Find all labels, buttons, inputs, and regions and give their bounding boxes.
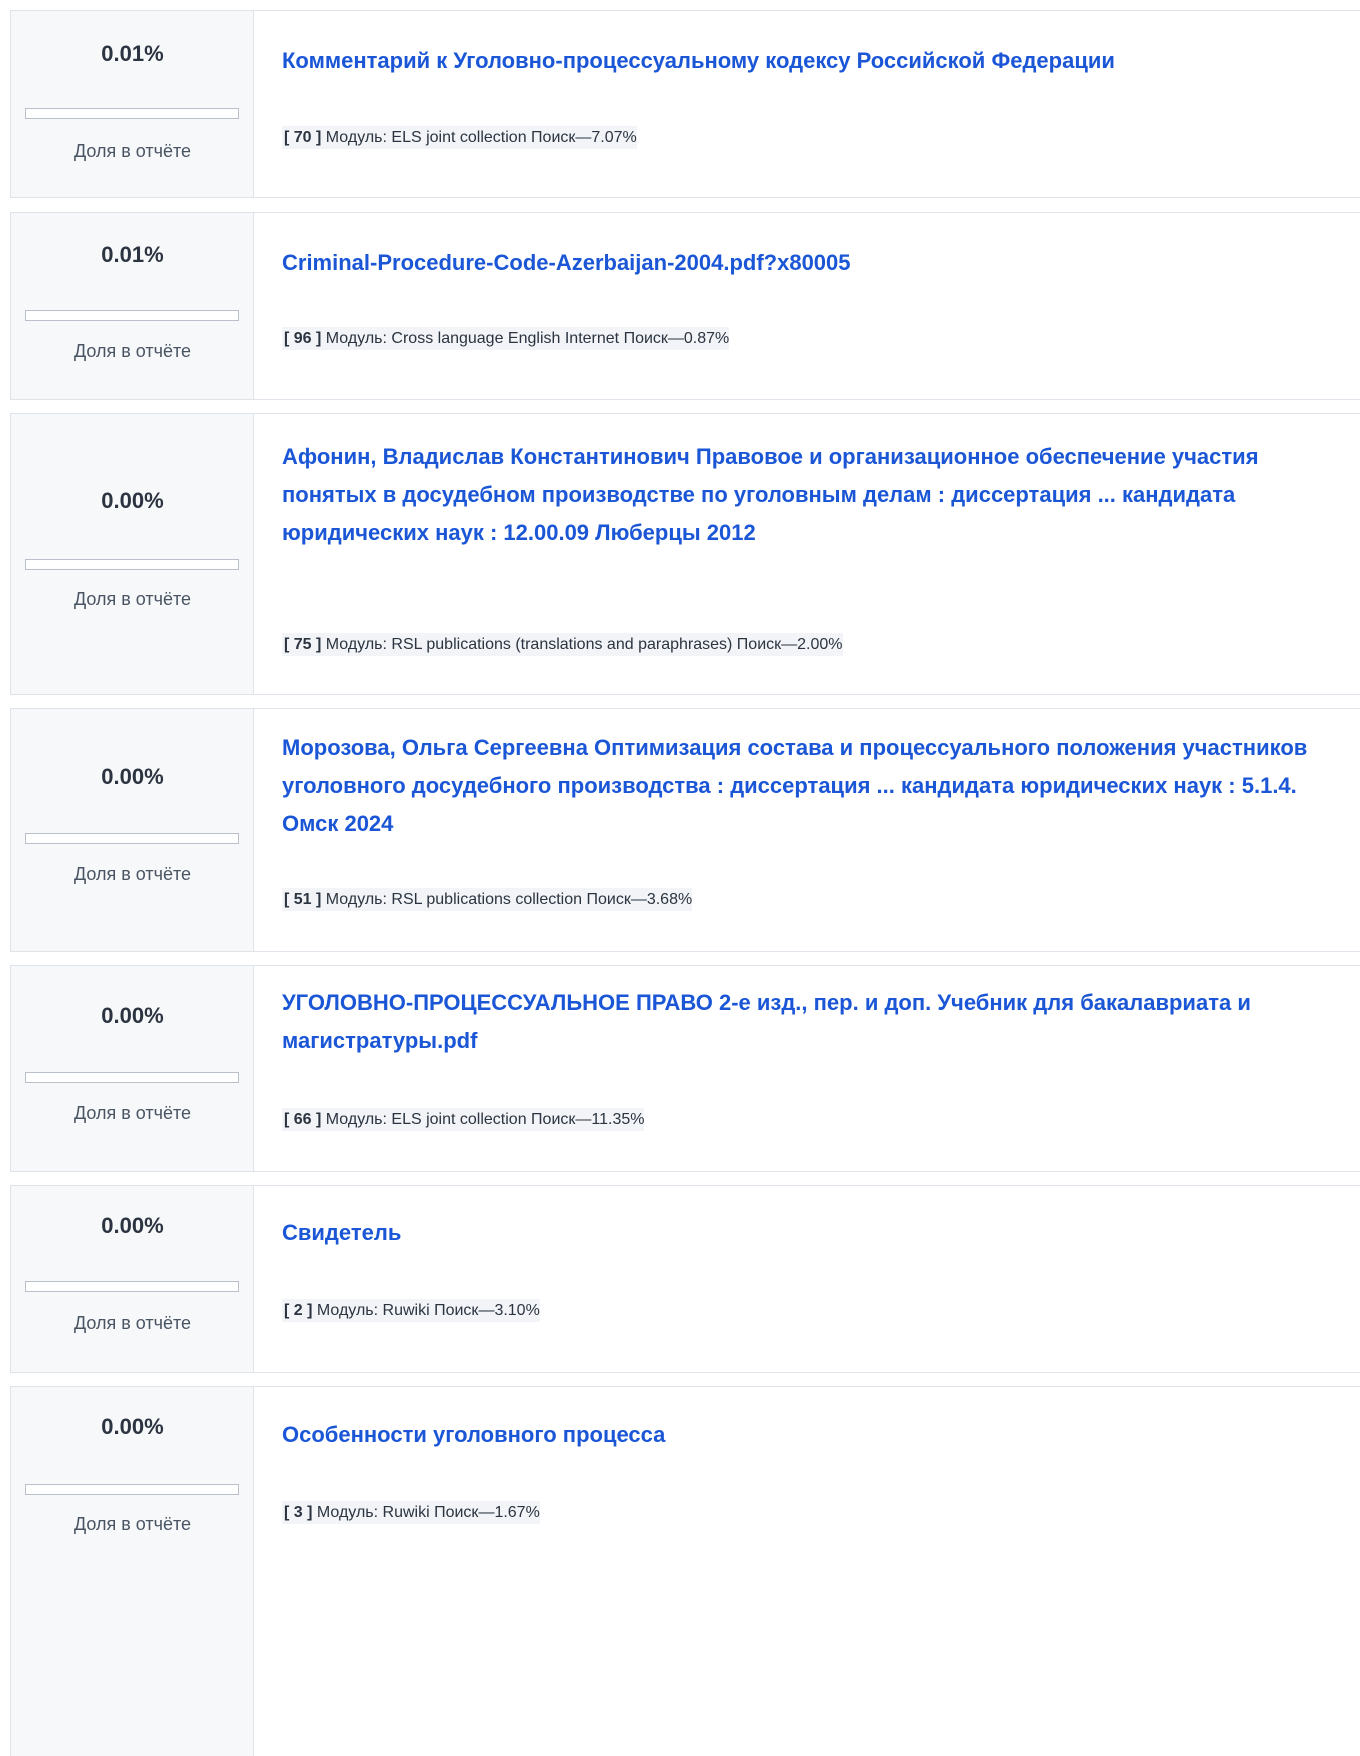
share-progress-bar — [25, 310, 239, 321]
source-number: [ 2 ] — [284, 1302, 313, 1319]
source-info: Criminal-Procedure-Code-Azerbaijan-2004.… — [254, 213, 1360, 399]
module-prefix: Модуль: — [316, 1504, 379, 1521]
share-progress-bar — [25, 833, 239, 844]
share-progress-bar — [25, 559, 239, 570]
share-progress-bar — [25, 1072, 239, 1083]
source-card: 0.01% Доля в отчёте Criminal-Procedure-C… — [10, 212, 1360, 400]
module-prefix: Модуль: — [325, 891, 387, 908]
source-percent: 7.07% — [591, 129, 637, 146]
source-card: 0.00% Доля в отчёте Афонин, Владислав Ко… — [10, 413, 1360, 695]
source-card: 0.00% Доля в отчёте Морозова, Ольга Серг… — [10, 708, 1360, 952]
share-value: 0.00% — [101, 488, 164, 513]
share-value: 0.00% — [101, 1414, 164, 1439]
source-info: Морозова, Ольга Сергеевна Оптимизация со… — [254, 709, 1360, 951]
module-name: Cross language English Internet — [391, 330, 620, 347]
search-word: Поиск — [623, 330, 668, 347]
search-word: Поиск — [736, 636, 782, 653]
source-meta: [ 3 ] Модуль: Ruwiki Поиск—1.67% — [282, 1501, 540, 1524]
dash: — — [667, 330, 684, 347]
share-panel: 0.00% Доля в отчёте — [11, 414, 254, 694]
source-title-link[interactable]: УГОЛОВНО-ПРОЦЕССУАЛЬНОЕ ПРАВО 2-е изд., … — [282, 984, 1346, 1060]
module-prefix: Модуль: — [325, 129, 387, 146]
source-card: 0.01% Доля в отчёте Комментарий к Уголов… — [10, 10, 1360, 198]
search-word: Поиск — [434, 1504, 479, 1521]
source-meta: [ 75 ] Модуль: RSL publications (transla… — [282, 633, 843, 656]
source-info: Особенности уголовного процесса [ 3 ] Мо… — [254, 1387, 1360, 1756]
share-label: Доля в отчёте — [73, 341, 192, 361]
source-title-link[interactable]: Особенности уголовного процесса — [282, 1416, 1346, 1454]
source-card: 0.00% Доля в отчёте Особенности уголовно… — [10, 1386, 1360, 1756]
share-panel: 0.00% Доля в отчёте — [11, 1186, 254, 1372]
source-percent: 3.10% — [494, 1302, 540, 1319]
dash: — — [630, 891, 647, 908]
source-meta: [ 66 ] Модуль: ELS joint collection Поис… — [282, 1108, 645, 1131]
source-title-link[interactable]: Комментарий к Уголовно-процессуальному к… — [282, 42, 1346, 80]
share-panel: 0.00% Доля в отчёте — [11, 709, 254, 951]
source-number: [ 3 ] — [284, 1504, 313, 1521]
source-number: [ 96 ] — [284, 330, 322, 347]
module-name: Ruwiki — [382, 1302, 430, 1319]
share-progress-bar — [25, 1484, 239, 1495]
module-prefix: Модуль: — [325, 330, 387, 347]
share-label: Доля в отчёте — [73, 1514, 192, 1534]
share-label: Доля в отчёте — [73, 1313, 192, 1333]
dash: — — [781, 636, 798, 653]
source-title-link[interactable]: Criminal-Procedure-Code-Azerbaijan-2004.… — [282, 244, 1346, 282]
source-percent: 1.67% — [494, 1504, 540, 1521]
module-name: RSL publications (translations and parap… — [391, 636, 733, 653]
search-word: Поиск — [586, 891, 631, 908]
share-panel: 0.01% Доля в отчёте — [11, 11, 254, 197]
source-meta: [ 51 ] Модуль: RSL publications collecti… — [282, 888, 693, 911]
source-info: Комментарий к Уголовно-процессуальному к… — [254, 11, 1360, 197]
search-word: Поиск — [531, 129, 576, 146]
share-panel: 0.00% Доля в отчёте — [11, 1387, 254, 1756]
source-number: [ 51 ] — [284, 891, 322, 908]
source-percent: 2.00% — [797, 636, 843, 653]
source-card: 0.00% Доля в отчёте Свидетель [ 2 ] Моду… — [10, 1185, 1360, 1373]
share-panel: 0.01% Доля в отчёте — [11, 213, 254, 399]
share-value: 0.01% — [101, 242, 164, 267]
share-progress-bar — [25, 108, 239, 119]
source-number: [ 70 ] — [284, 129, 322, 146]
dash: — — [478, 1302, 495, 1319]
source-meta: [ 2 ] Модуль: Ruwiki Поиск—3.10% — [282, 1299, 540, 1322]
share-value: 0.01% — [101, 41, 164, 66]
module-prefix: Модуль: — [316, 1302, 379, 1319]
module-name: RSL publications collection — [391, 891, 583, 908]
module-name: Ruwiki — [382, 1504, 430, 1521]
source-info: Свидетель [ 2 ] Модуль: Ruwiki Поиск—3.1… — [254, 1186, 1360, 1372]
source-title-link[interactable]: Свидетель — [282, 1214, 1346, 1252]
share-label: Доля в отчёте — [73, 1103, 192, 1123]
module-name: ELS joint collection — [391, 129, 527, 146]
dash: — — [575, 1111, 592, 1128]
source-meta: [ 70 ] Модуль: ELS joint collection Поис… — [282, 126, 637, 149]
share-value: 0.00% — [101, 1213, 164, 1238]
share-label: Доля в отчёте — [73, 864, 192, 884]
dash: — — [478, 1504, 495, 1521]
share-value: 0.00% — [101, 1003, 164, 1028]
source-percent: 11.35% — [591, 1111, 645, 1128]
source-number: [ 75 ] — [284, 636, 322, 653]
module-prefix: Модуль: — [325, 636, 387, 653]
source-info: Афонин, Владислав Константинович Правово… — [254, 414, 1360, 694]
source-percent: 0.87% — [683, 330, 730, 347]
source-percent: 3.68% — [646, 891, 693, 908]
source-card: 0.00% Доля в отчёте УГОЛОВНО-ПРОЦЕССУАЛЬ… — [10, 965, 1360, 1172]
source-meta: [ 96 ] Модуль: Cross language English In… — [282, 327, 730, 350]
source-title-link[interactable]: Морозова, Ольга Сергеевна Оптимизация со… — [282, 729, 1346, 843]
share-panel: 0.00% Доля в отчёте — [11, 966, 254, 1171]
search-word: Поиск — [434, 1302, 479, 1319]
search-word: Поиск — [531, 1111, 576, 1128]
module-prefix: Модуль: — [325, 1111, 387, 1128]
source-number: [ 66 ] — [284, 1111, 322, 1128]
source-title-link[interactable]: Афонин, Владислав Константинович Правово… — [282, 438, 1346, 552]
share-label: Доля в отчёте — [73, 141, 192, 161]
module-name: ELS joint collection — [391, 1111, 527, 1128]
dash: — — [575, 129, 592, 146]
share-label: Доля в отчёте — [73, 589, 192, 609]
share-value: 0.00% — [101, 764, 164, 789]
source-info: УГОЛОВНО-ПРОЦЕССУАЛЬНОЕ ПРАВО 2-е изд., … — [254, 966, 1360, 1171]
share-progress-bar — [25, 1281, 239, 1292]
